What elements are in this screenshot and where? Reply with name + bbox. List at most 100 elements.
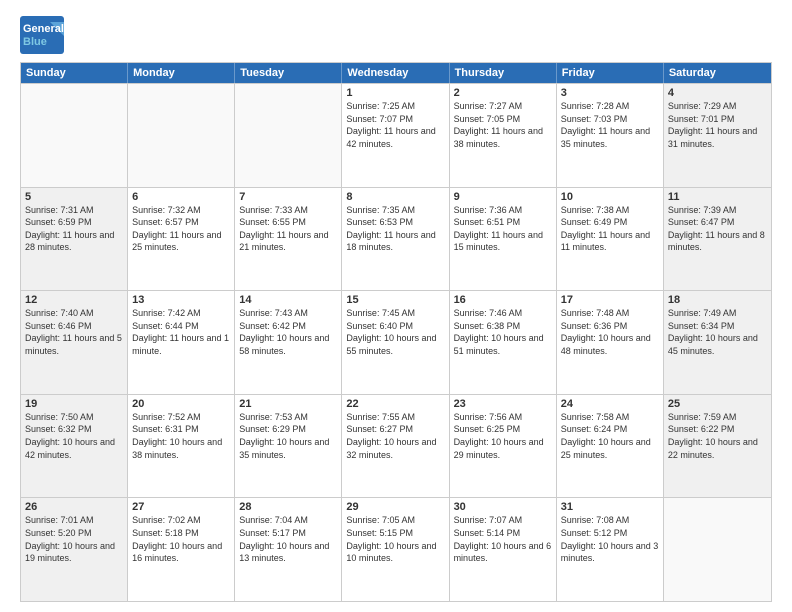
- day-number: 20: [132, 398, 230, 410]
- day-number: 5: [25, 191, 123, 203]
- day-number: 6: [132, 191, 230, 203]
- calendar-cell: 21Sunrise: 7:53 AM Sunset: 6:29 PM Dayli…: [235, 395, 342, 498]
- day-detail: Sunrise: 7:36 AM Sunset: 6:51 PM Dayligh…: [454, 204, 552, 254]
- calendar-cell: 6Sunrise: 7:32 AM Sunset: 6:57 PM Daylig…: [128, 188, 235, 291]
- calendar: SundayMondayTuesdayWednesdayThursdayFrid…: [20, 62, 772, 602]
- day-detail: Sunrise: 7:58 AM Sunset: 6:24 PM Dayligh…: [561, 411, 659, 461]
- day-number: 11: [668, 191, 767, 203]
- header-day-thursday: Thursday: [450, 63, 557, 83]
- day-detail: Sunrise: 7:59 AM Sunset: 6:22 PM Dayligh…: [668, 411, 767, 461]
- calendar-cell: 13Sunrise: 7:42 AM Sunset: 6:44 PM Dayli…: [128, 291, 235, 394]
- calendar-cell: 29Sunrise: 7:05 AM Sunset: 5:15 PM Dayli…: [342, 498, 449, 601]
- header-day-tuesday: Tuesday: [235, 63, 342, 83]
- calendar-cell: 27Sunrise: 7:02 AM Sunset: 5:18 PM Dayli…: [128, 498, 235, 601]
- day-detail: Sunrise: 7:49 AM Sunset: 6:34 PM Dayligh…: [668, 307, 767, 357]
- calendar-cell: [21, 84, 128, 187]
- calendar-cell: [128, 84, 235, 187]
- day-number: 2: [454, 87, 552, 99]
- day-number: 30: [454, 501, 552, 513]
- header-day-monday: Monday: [128, 63, 235, 83]
- calendar-cell: 25Sunrise: 7:59 AM Sunset: 6:22 PM Dayli…: [664, 395, 771, 498]
- day-detail: Sunrise: 7:32 AM Sunset: 6:57 PM Dayligh…: [132, 204, 230, 254]
- calendar-cell: 24Sunrise: 7:58 AM Sunset: 6:24 PM Dayli…: [557, 395, 664, 498]
- day-number: 15: [346, 294, 444, 306]
- header-day-wednesday: Wednesday: [342, 63, 449, 83]
- calendar-cell: 16Sunrise: 7:46 AM Sunset: 6:38 PM Dayli…: [450, 291, 557, 394]
- calendar-cell: 1Sunrise: 7:25 AM Sunset: 7:07 PM Daylig…: [342, 84, 449, 187]
- calendar-body: 1Sunrise: 7:25 AM Sunset: 7:07 PM Daylig…: [21, 83, 771, 601]
- day-number: 13: [132, 294, 230, 306]
- day-detail: Sunrise: 7:05 AM Sunset: 5:15 PM Dayligh…: [346, 514, 444, 564]
- day-detail: Sunrise: 7:42 AM Sunset: 6:44 PM Dayligh…: [132, 307, 230, 357]
- day-number: 7: [239, 191, 337, 203]
- day-number: 27: [132, 501, 230, 513]
- day-detail: Sunrise: 7:55 AM Sunset: 6:27 PM Dayligh…: [346, 411, 444, 461]
- calendar-cell: 14Sunrise: 7:43 AM Sunset: 6:42 PM Dayli…: [235, 291, 342, 394]
- day-number: 14: [239, 294, 337, 306]
- calendar-cell: 2Sunrise: 7:27 AM Sunset: 7:05 PM Daylig…: [450, 84, 557, 187]
- calendar-cell: 18Sunrise: 7:49 AM Sunset: 6:34 PM Dayli…: [664, 291, 771, 394]
- calendar-cell: 31Sunrise: 7:08 AM Sunset: 5:12 PM Dayli…: [557, 498, 664, 601]
- calendar-cell: 8Sunrise: 7:35 AM Sunset: 6:53 PM Daylig…: [342, 188, 449, 291]
- day-number: 24: [561, 398, 659, 410]
- header-day-friday: Friday: [557, 63, 664, 83]
- header-day-saturday: Saturday: [664, 63, 771, 83]
- calendar-cell: 3Sunrise: 7:28 AM Sunset: 7:03 PM Daylig…: [557, 84, 664, 187]
- day-detail: Sunrise: 7:50 AM Sunset: 6:32 PM Dayligh…: [25, 411, 123, 461]
- day-number: 26: [25, 501, 123, 513]
- day-number: 31: [561, 501, 659, 513]
- calendar-cell: 9Sunrise: 7:36 AM Sunset: 6:51 PM Daylig…: [450, 188, 557, 291]
- day-detail: Sunrise: 7:04 AM Sunset: 5:17 PM Dayligh…: [239, 514, 337, 564]
- day-number: 1: [346, 87, 444, 99]
- day-detail: Sunrise: 7:45 AM Sunset: 6:40 PM Dayligh…: [346, 307, 444, 357]
- day-detail: Sunrise: 7:53 AM Sunset: 6:29 PM Dayligh…: [239, 411, 337, 461]
- day-detail: Sunrise: 7:33 AM Sunset: 6:55 PM Dayligh…: [239, 204, 337, 254]
- day-detail: Sunrise: 7:56 AM Sunset: 6:25 PM Dayligh…: [454, 411, 552, 461]
- day-number: 3: [561, 87, 659, 99]
- day-detail: Sunrise: 7:52 AM Sunset: 6:31 PM Dayligh…: [132, 411, 230, 461]
- day-detail: Sunrise: 7:29 AM Sunset: 7:01 PM Dayligh…: [668, 100, 767, 150]
- day-detail: Sunrise: 7:08 AM Sunset: 5:12 PM Dayligh…: [561, 514, 659, 564]
- calendar-cell: 5Sunrise: 7:31 AM Sunset: 6:59 PM Daylig…: [21, 188, 128, 291]
- calendar-cell: 20Sunrise: 7:52 AM Sunset: 6:31 PM Dayli…: [128, 395, 235, 498]
- calendar-cell: 12Sunrise: 7:40 AM Sunset: 6:46 PM Dayli…: [21, 291, 128, 394]
- calendar-cell: 11Sunrise: 7:39 AM Sunset: 6:47 PM Dayli…: [664, 188, 771, 291]
- calendar-cell: 23Sunrise: 7:56 AM Sunset: 6:25 PM Dayli…: [450, 395, 557, 498]
- day-detail: Sunrise: 7:01 AM Sunset: 5:20 PM Dayligh…: [25, 514, 123, 564]
- calendar-row-4: 19Sunrise: 7:50 AM Sunset: 6:32 PM Dayli…: [21, 394, 771, 498]
- day-number: 19: [25, 398, 123, 410]
- day-number: 21: [239, 398, 337, 410]
- logo: General Blue: [20, 16, 64, 54]
- day-detail: Sunrise: 7:40 AM Sunset: 6:46 PM Dayligh…: [25, 307, 123, 357]
- day-number: 16: [454, 294, 552, 306]
- calendar-cell: 28Sunrise: 7:04 AM Sunset: 5:17 PM Dayli…: [235, 498, 342, 601]
- calendar-cell: 7Sunrise: 7:33 AM Sunset: 6:55 PM Daylig…: [235, 188, 342, 291]
- day-number: 9: [454, 191, 552, 203]
- day-detail: Sunrise: 7:39 AM Sunset: 6:47 PM Dayligh…: [668, 204, 767, 254]
- day-detail: Sunrise: 7:35 AM Sunset: 6:53 PM Dayligh…: [346, 204, 444, 254]
- calendar-cell: 30Sunrise: 7:07 AM Sunset: 5:14 PM Dayli…: [450, 498, 557, 601]
- header: General Blue: [20, 16, 772, 54]
- calendar-cell: 15Sunrise: 7:45 AM Sunset: 6:40 PM Dayli…: [342, 291, 449, 394]
- day-number: 8: [346, 191, 444, 203]
- header-day-sunday: Sunday: [21, 63, 128, 83]
- day-detail: Sunrise: 7:46 AM Sunset: 6:38 PM Dayligh…: [454, 307, 552, 357]
- svg-text:General: General: [23, 23, 64, 35]
- day-detail: Sunrise: 7:27 AM Sunset: 7:05 PM Dayligh…: [454, 100, 552, 150]
- day-detail: Sunrise: 7:31 AM Sunset: 6:59 PM Dayligh…: [25, 204, 123, 254]
- calendar-cell: 19Sunrise: 7:50 AM Sunset: 6:32 PM Dayli…: [21, 395, 128, 498]
- calendar-cell: [235, 84, 342, 187]
- day-number: 22: [346, 398, 444, 410]
- general-blue-icon: General Blue: [20, 16, 64, 54]
- calendar-row-2: 5Sunrise: 7:31 AM Sunset: 6:59 PM Daylig…: [21, 187, 771, 291]
- day-number: 18: [668, 294, 767, 306]
- day-detail: Sunrise: 7:02 AM Sunset: 5:18 PM Dayligh…: [132, 514, 230, 564]
- day-number: 10: [561, 191, 659, 203]
- calendar-row-1: 1Sunrise: 7:25 AM Sunset: 7:07 PM Daylig…: [21, 83, 771, 187]
- calendar-cell: 26Sunrise: 7:01 AM Sunset: 5:20 PM Dayli…: [21, 498, 128, 601]
- day-number: 23: [454, 398, 552, 410]
- day-detail: Sunrise: 7:28 AM Sunset: 7:03 PM Dayligh…: [561, 100, 659, 150]
- day-number: 4: [668, 87, 767, 99]
- day-number: 28: [239, 501, 337, 513]
- calendar-row-5: 26Sunrise: 7:01 AM Sunset: 5:20 PM Dayli…: [21, 497, 771, 601]
